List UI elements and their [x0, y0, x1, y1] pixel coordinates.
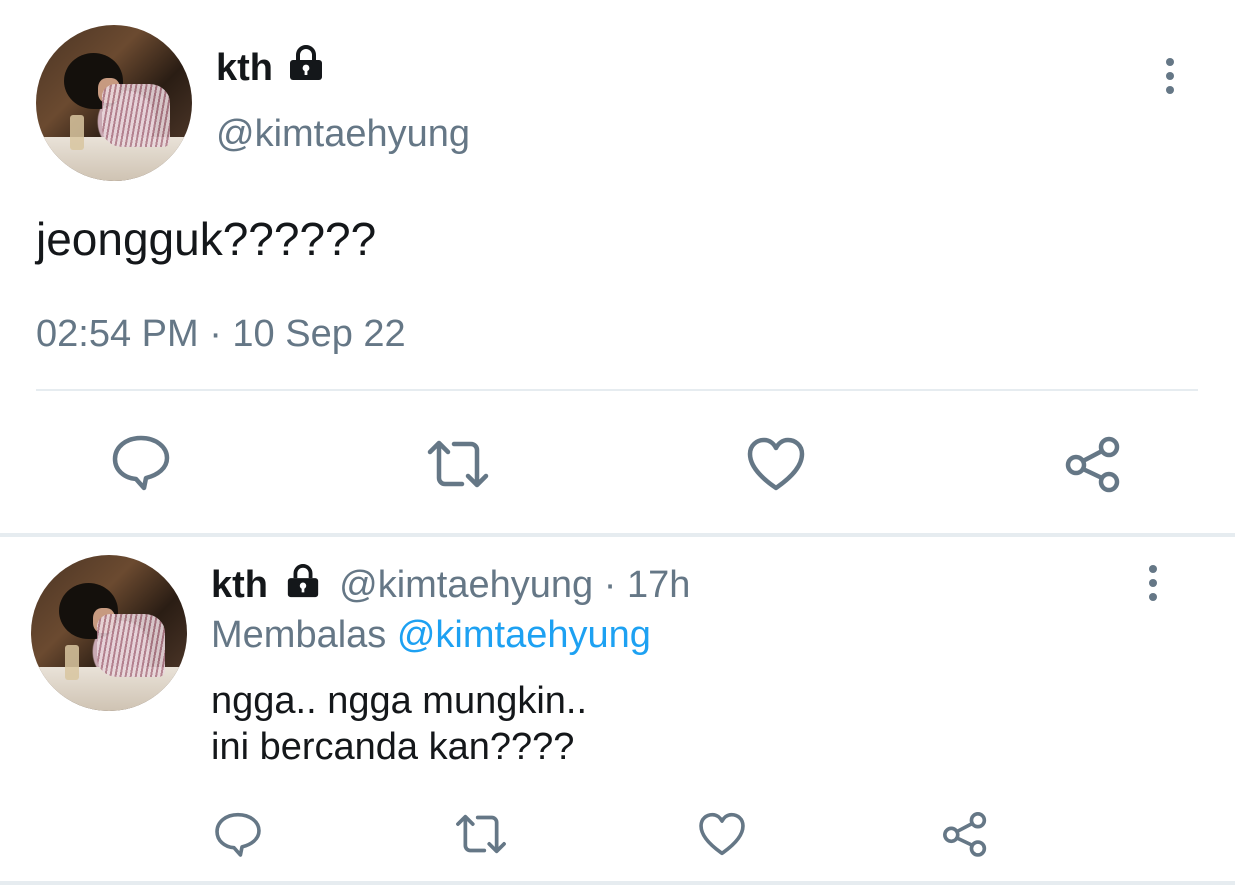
avatar[interactable] [31, 555, 187, 711]
user-handle[interactable]: @kimtaehyung [216, 112, 470, 156]
reply-age: 17h [626, 564, 691, 606]
tweet-text: jeongguk?????? [36, 213, 377, 265]
retweet-icon[interactable] [424, 438, 492, 490]
meta-separator: · [603, 564, 617, 606]
reply-header: kth @kimtaehyung · 17h [211, 562, 690, 608]
bottom-divider [0, 881, 1235, 885]
avatar[interactable] [36, 25, 192, 181]
display-name[interactable]: kth [216, 46, 273, 90]
reply-icon[interactable] [213, 810, 263, 858]
reply-text-line-2: ini bercanda kan???? [211, 726, 575, 768]
reply-icon[interactable] [110, 433, 172, 491]
lock-icon [286, 44, 326, 82]
replying-to-line: Membalas @kimtaehyung [211, 612, 651, 658]
heart-icon[interactable] [697, 810, 747, 858]
user-handle[interactable]: @kimtaehyung [339, 564, 593, 606]
section-divider [0, 533, 1235, 537]
heart-icon[interactable] [745, 435, 807, 493]
replying-label: Membalas [211, 614, 387, 656]
reply-text-line-1: ngga.. ngga mungkin.. [211, 680, 588, 722]
more-vertical-icon[interactable] [1166, 58, 1174, 100]
lock-icon [283, 563, 323, 599]
share-icon[interactable] [940, 810, 990, 858]
more-vertical-icon[interactable] [1149, 565, 1157, 607]
tweet-timestamp: 02:54 PM · 10 Sep 22 [36, 313, 406, 355]
divider [36, 389, 1198, 391]
replying-to-handle[interactable]: @kimtaehyung [397, 614, 651, 656]
retweet-icon[interactable] [453, 812, 509, 856]
share-icon[interactable] [1062, 435, 1124, 493]
display-name[interactable]: kth [211, 564, 268, 606]
